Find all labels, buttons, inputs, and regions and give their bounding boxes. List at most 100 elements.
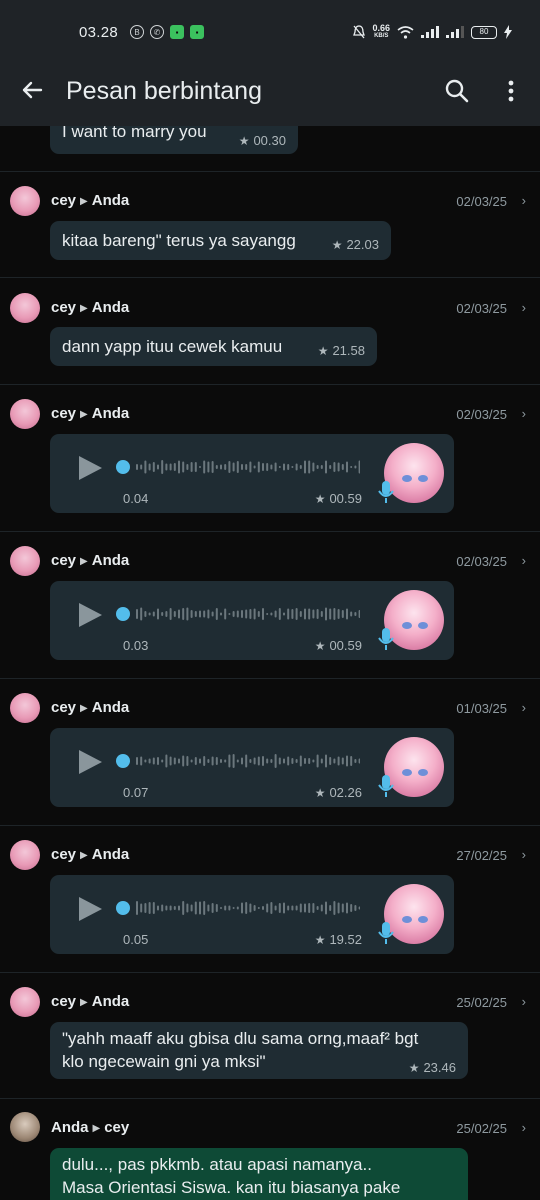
more-options-icon[interactable] xyxy=(500,78,522,104)
waveform-bar xyxy=(320,904,323,912)
chevron-right-icon[interactable]: › xyxy=(522,700,526,715)
avatar[interactable] xyxy=(10,840,40,870)
waveform-bar xyxy=(220,464,222,470)
search-icon[interactable] xyxy=(444,78,470,104)
avatar[interactable] xyxy=(10,987,40,1017)
waveform-bar xyxy=(329,905,332,911)
avatar[interactable] xyxy=(10,186,40,216)
message-bubble[interactable]: kitaa bareng" terus ya sayangg ★ 22.03 xyxy=(50,221,391,260)
waveform-bar xyxy=(262,756,264,766)
waveform[interactable] xyxy=(116,606,360,622)
message-meta: ★ 19.52 xyxy=(315,932,362,947)
waveform-bar xyxy=(169,608,172,620)
mute-icon xyxy=(353,25,366,39)
waveform-bar xyxy=(241,902,243,914)
waveform-bar xyxy=(148,758,151,764)
waveform-bar xyxy=(215,757,218,765)
waveform-bar xyxy=(186,464,189,470)
avatar[interactable] xyxy=(10,399,40,429)
message-bubble[interactable]: I want to marry you ★ 00.30 xyxy=(50,126,298,154)
waveform-bar xyxy=(274,905,277,911)
waveform-bar xyxy=(211,611,214,617)
waveform-bar xyxy=(161,460,164,474)
waveform-bar xyxy=(358,460,360,474)
waveform-bar xyxy=(329,465,332,469)
waveform-bar xyxy=(165,463,168,471)
waveform-bar xyxy=(295,759,298,763)
back-arrow-icon[interactable] xyxy=(20,78,44,102)
message-date: 02/03/25 xyxy=(456,301,507,316)
play-icon[interactable] xyxy=(77,602,103,628)
waveform-bar xyxy=(232,462,235,472)
waveform-bar xyxy=(220,612,222,616)
arrow-icon: ▶ xyxy=(80,303,88,314)
avatar[interactable] xyxy=(10,1112,40,1142)
waveform-bar xyxy=(236,610,239,618)
waveform-bar xyxy=(182,608,185,620)
waveform-bar xyxy=(287,608,290,620)
chevron-right-icon[interactable]: › xyxy=(522,406,526,421)
chevron-right-icon[interactable]: › xyxy=(522,847,526,862)
waveform-bar xyxy=(157,608,159,620)
waveform-bar xyxy=(346,902,348,914)
waveform-bar xyxy=(316,465,319,469)
chevron-right-icon[interactable]: › xyxy=(522,553,526,568)
message-bubble[interactable]: dann yapp ituu cewek kamuu ★ 21.58 xyxy=(50,327,377,366)
message-bubble[interactable]: "yahh maaff aku gbisa dlu sama orng,maaf… xyxy=(50,1022,468,1079)
divider xyxy=(0,678,540,679)
voice-message[interactable]: 0.03 ★ 00.59 xyxy=(50,581,454,660)
waveform-bar xyxy=(329,757,332,765)
avatar[interactable] xyxy=(10,546,40,576)
waveform[interactable] xyxy=(116,900,360,916)
waveform-bar xyxy=(325,901,327,915)
message-text: "yahh maaff aku gbisa dlu sama orng,maaf… xyxy=(62,1027,418,1073)
waveform-bar xyxy=(299,465,302,469)
waveform-bar xyxy=(211,903,214,913)
voice-message[interactable]: 0.07 ★ 02.26 xyxy=(50,728,454,807)
waveform-bar xyxy=(190,904,193,912)
sender-name: cey xyxy=(51,699,77,716)
play-icon[interactable] xyxy=(77,749,103,775)
chevron-right-icon[interactable]: › xyxy=(522,300,526,315)
avatar[interactable] xyxy=(10,693,40,723)
waveform[interactable] xyxy=(116,459,360,475)
waveform-bar xyxy=(270,612,273,616)
voice-duration: 0.03 xyxy=(123,638,149,653)
waveform-bar xyxy=(203,756,206,766)
waveform-bar xyxy=(152,902,155,914)
voice-message[interactable]: 0.05 ★ 19.52 xyxy=(50,875,454,954)
waveform-bar xyxy=(316,906,319,910)
waveform-bar xyxy=(165,905,168,911)
divider xyxy=(0,531,540,532)
star-icon: ★ xyxy=(331,237,343,252)
waveform-bar xyxy=(291,905,294,911)
b-notification-icon: B xyxy=(130,25,144,39)
waveform-bar xyxy=(320,758,323,764)
waveform-bar xyxy=(203,901,206,915)
recipient-name: Anda xyxy=(91,993,130,1010)
waveform-bar xyxy=(136,464,138,470)
waveform-bar xyxy=(283,612,285,616)
waveform[interactable] xyxy=(116,753,360,769)
play-icon[interactable] xyxy=(77,455,103,481)
waveform-bar xyxy=(278,466,281,468)
chevron-right-icon[interactable]: › xyxy=(522,994,526,1009)
sender-line: cey ▶ Anda xyxy=(51,699,129,716)
signal-icon-2 xyxy=(446,26,464,38)
play-icon[interactable] xyxy=(77,896,103,922)
waveform-bar xyxy=(333,758,336,764)
chevron-right-icon[interactable]: › xyxy=(522,193,526,208)
android-icon: ▪ xyxy=(170,25,184,39)
waveform-bar xyxy=(186,756,189,766)
waveform-bar xyxy=(245,902,248,914)
avatar[interactable] xyxy=(10,293,40,323)
waveform-bar xyxy=(350,756,353,766)
chevron-right-icon[interactable]: › xyxy=(522,1120,526,1135)
arrow-icon: ▶ xyxy=(92,1123,101,1134)
sender-name: cey xyxy=(51,846,77,863)
message-bubble[interactable]: dulu..., pas pkkmb. atau apasi namanya..… xyxy=(50,1148,468,1200)
waveform-bar xyxy=(140,464,143,470)
voice-message[interactable]: 0.04 ★ 00.59 xyxy=(50,434,454,513)
waveform-bar xyxy=(266,613,269,615)
starred-messages-list[interactable]: I want to marry you ★ 00.30 cey ▶ Anda 02/0… xyxy=(0,126,540,1200)
